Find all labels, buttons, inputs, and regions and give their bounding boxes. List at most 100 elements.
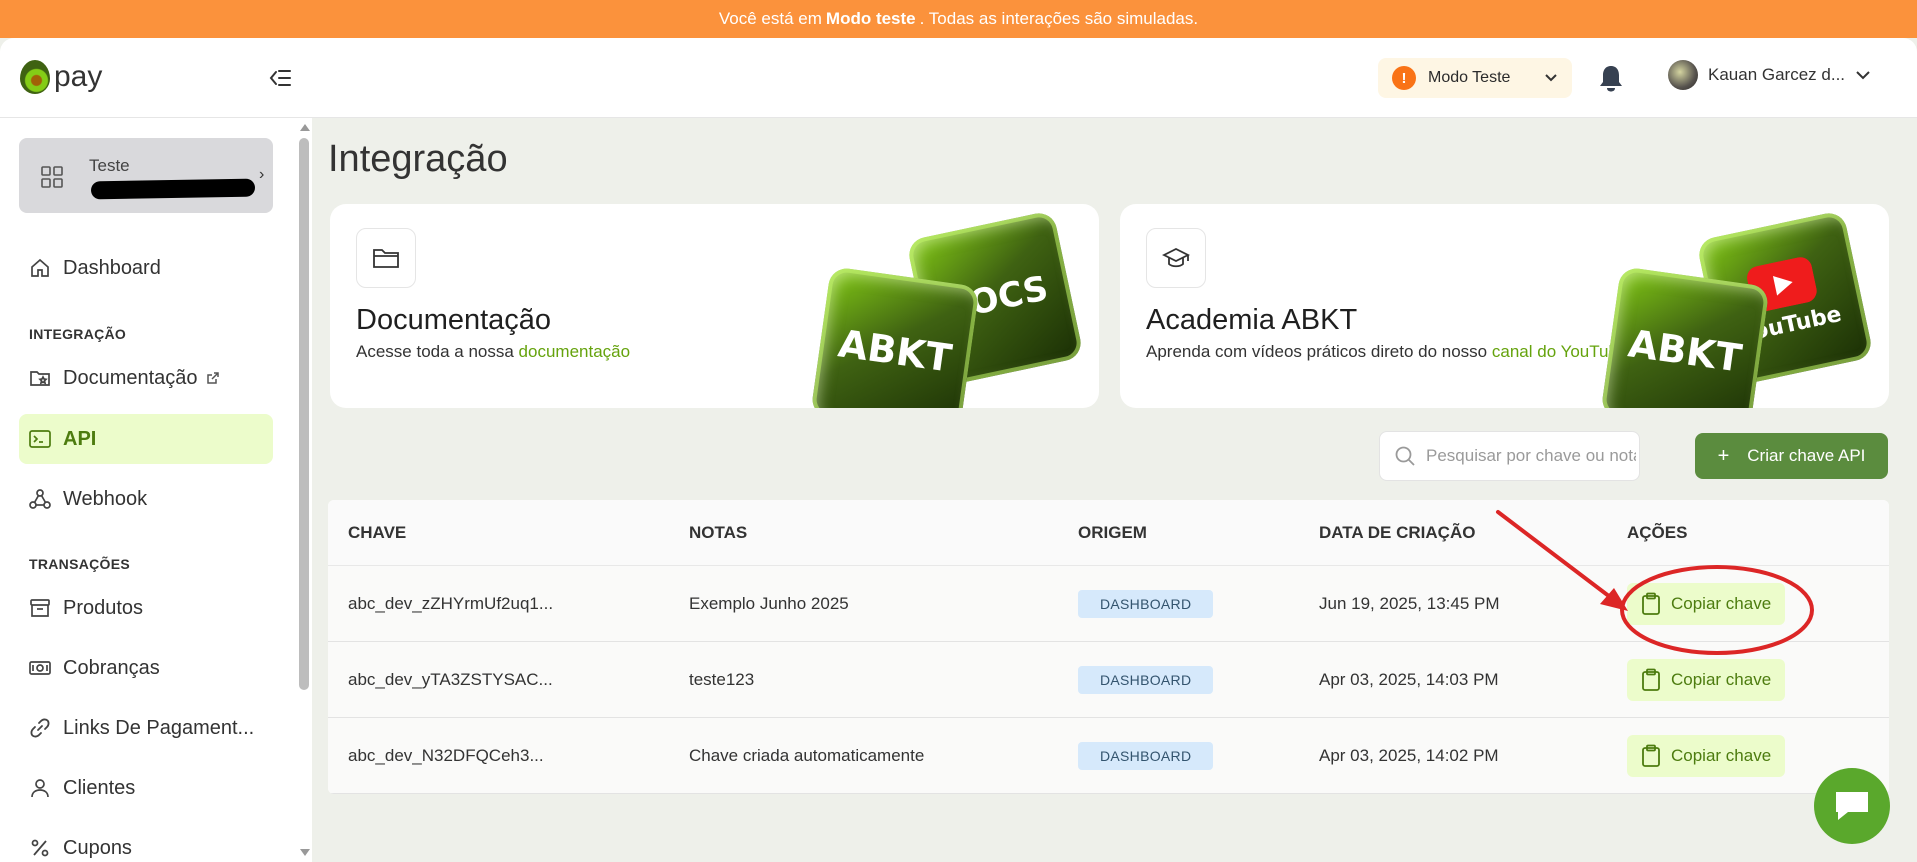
mode-label: Modo Teste bbox=[1428, 69, 1511, 86]
sidebar-item-label: Webhook bbox=[63, 487, 148, 510]
card-description: Aprenda com vídeos práticos direto do no… bbox=[1146, 342, 1627, 362]
sidebar-item-products[interactable]: Produtos bbox=[19, 583, 273, 633]
api-keys-table: CHAVE NOTAS ORIGEM DATA DE CRIAÇÃO AÇÕES… bbox=[328, 500, 1889, 794]
sidebar-item-dashboard[interactable]: Dashboard bbox=[19, 243, 273, 293]
folder-icon bbox=[373, 249, 399, 268]
chat-bubble-icon bbox=[1836, 792, 1868, 820]
sidebar-item-label: Cupons bbox=[63, 836, 132, 859]
table-row: abc_dev_N32DFQCeh3... Chave criada autom… bbox=[328, 718, 1889, 794]
card-title: Documentação bbox=[356, 304, 552, 336]
chevron-right-icon: › bbox=[259, 166, 265, 183]
sidebar-item-webhook[interactable]: Webhook bbox=[19, 474, 273, 524]
card-icon-box bbox=[1146, 228, 1206, 288]
organization-switcher[interactable]: Teste › bbox=[19, 138, 273, 213]
banner-prefix: Você está em bbox=[718, 9, 822, 28]
header-origin: ORIGEM bbox=[1078, 522, 1147, 542]
sidebar-item-label: Clientes bbox=[63, 776, 136, 799]
abkt-cube-image: ABKT bbox=[810, 266, 980, 408]
created-cell: Apr 03, 2025, 14:02 PM bbox=[1319, 745, 1499, 765]
page-title: Integração bbox=[328, 138, 508, 180]
avocado-logo-icon bbox=[20, 60, 50, 94]
key-cell: abc_dev_zZHYrmUf2uq1... bbox=[348, 593, 554, 613]
sidebar-item-clients[interactable]: Clientes bbox=[19, 763, 273, 813]
copy-key-button[interactable]: Copiar chave bbox=[1627, 658, 1786, 701]
actions-cell: Copiar chave bbox=[1607, 658, 1889, 701]
scroll-down-arrow-icon[interactable] bbox=[300, 849, 310, 856]
cash-icon bbox=[29, 661, 51, 675]
sidebar-item-coupons[interactable]: Cupons bbox=[19, 823, 273, 862]
mode-selector[interactable]: ! Modo Teste bbox=[1378, 58, 1572, 98]
warning-icon: ! bbox=[1392, 66, 1416, 90]
key-cell: abc_dev_yTA3ZSTYSAC... bbox=[348, 669, 553, 689]
plus-icon: + bbox=[1717, 444, 1730, 467]
notifications-button[interactable] bbox=[1598, 64, 1626, 94]
header-created: DATA DE CRIAÇÃO bbox=[1319, 522, 1476, 542]
terminal-icon bbox=[29, 430, 51, 448]
folder-star-icon bbox=[30, 371, 50, 386]
clipboard-icon bbox=[1642, 668, 1660, 691]
header-notes: NOTAS bbox=[689, 522, 748, 542]
notes-cell: Chave criada automaticamente bbox=[689, 745, 925, 765]
top-bar: pay ! Modo Teste Kauan Garcez d... bbox=[0, 38, 1917, 118]
card-desc-text: Aprenda com vídeos práticos direto do no… bbox=[1146, 342, 1492, 361]
collapse-sidebar-button[interactable] bbox=[266, 64, 294, 92]
sidebar-item-label: Links De Pagament... bbox=[63, 716, 255, 739]
sidebar-scrollbar[interactable] bbox=[296, 118, 312, 862]
external-link-icon bbox=[206, 372, 219, 384]
banner-mode: Modo teste bbox=[825, 9, 916, 28]
origin-cell: DASHBOARD bbox=[1058, 665, 1299, 694]
sidebar-item-charges[interactable]: Cobranças bbox=[19, 643, 273, 693]
organization-name: Teste bbox=[89, 156, 130, 175]
chevron-down-icon bbox=[1856, 71, 1870, 80]
sidebar-item-api[interactable]: API bbox=[19, 414, 273, 464]
scroll-up-arrow-icon[interactable] bbox=[300, 124, 310, 131]
banner-suffix: . Todas as interações são simuladas. bbox=[919, 9, 1199, 28]
abkt-cube-image: ABKT bbox=[1600, 266, 1770, 408]
sidebar-item-label: Dashboard bbox=[63, 256, 161, 279]
copy-key-button[interactable]: Copiar chave bbox=[1627, 582, 1786, 625]
logo[interactable]: pay bbox=[20, 60, 102, 94]
search-field[interactable] bbox=[1379, 431, 1640, 481]
archive-box-icon bbox=[30, 599, 50, 617]
copy-key-button[interactable]: Copiar chave bbox=[1627, 734, 1786, 777]
youtube-channel-link[interactable]: canal do YouTube bbox=[1492, 342, 1628, 361]
copy-key-label: Copiar chave bbox=[1671, 669, 1772, 689]
section-integration: INTEGRAÇÃO bbox=[29, 326, 127, 342]
user-menu[interactable]: Kauan Garcez d... bbox=[1668, 60, 1871, 90]
test-mode-banner: Você está em Modo teste . Todas as inter… bbox=[0, 0, 1917, 38]
table-header: CHAVE NOTAS ORIGEM DATA DE CRIAÇÃO AÇÕES bbox=[328, 500, 1889, 566]
grid-icon bbox=[41, 166, 63, 188]
webhook-icon bbox=[29, 489, 51, 509]
actions-cell: Copiar chave bbox=[1607, 582, 1889, 625]
cube-label: ABKT bbox=[1625, 321, 1745, 381]
copy-key-label: Copiar chave bbox=[1671, 745, 1772, 765]
card-desc-text: Acesse toda a nossa bbox=[356, 342, 519, 361]
sidebar-item-label: Produtos bbox=[63, 596, 144, 619]
create-api-key-button[interactable]: + Criar chave API bbox=[1695, 433, 1888, 479]
logo-text: pay bbox=[54, 60, 103, 93]
search-icon bbox=[1395, 446, 1415, 466]
header-key: CHAVE bbox=[348, 522, 407, 542]
origin-badge: DASHBOARD bbox=[1078, 589, 1214, 618]
chevron-down-icon bbox=[1545, 74, 1557, 82]
search-input[interactable] bbox=[1426, 446, 1636, 466]
documentation-link[interactable]: documentação bbox=[519, 342, 631, 361]
scroll-thumb[interactable] bbox=[299, 138, 309, 690]
clipboard-icon bbox=[1642, 592, 1660, 615]
redacted-text bbox=[90, 178, 256, 200]
sidebar-item-payment-links[interactable]: Links De Pagament... bbox=[19, 703, 273, 753]
origin-cell: DASHBOARD bbox=[1058, 741, 1299, 770]
sidebar-item-documentation[interactable]: Documentação bbox=[19, 353, 273, 403]
percent-icon bbox=[31, 839, 49, 857]
table-row: abc_dev_yTA3ZSTYSAC... teste123 DASHBOAR… bbox=[328, 642, 1889, 718]
bell-icon bbox=[1600, 66, 1622, 92]
documentation-card[interactable]: Documentação Acesse toda a nossa documen… bbox=[330, 204, 1099, 408]
sidebar-item-label: Cobranças bbox=[63, 656, 160, 679]
origin-cell: DASHBOARD bbox=[1058, 589, 1299, 618]
academy-card[interactable]: Academia ABKT Aprenda com vídeos prático… bbox=[1120, 204, 1889, 408]
avatar bbox=[1668, 60, 1698, 90]
notes-cell: teste123 bbox=[689, 669, 755, 689]
graduation-cap-icon bbox=[1162, 247, 1190, 268]
chat-button[interactable] bbox=[1814, 768, 1890, 844]
sidebar: Teste › Dashboard INTEGRAÇÃO Documentaçã… bbox=[0, 118, 312, 862]
